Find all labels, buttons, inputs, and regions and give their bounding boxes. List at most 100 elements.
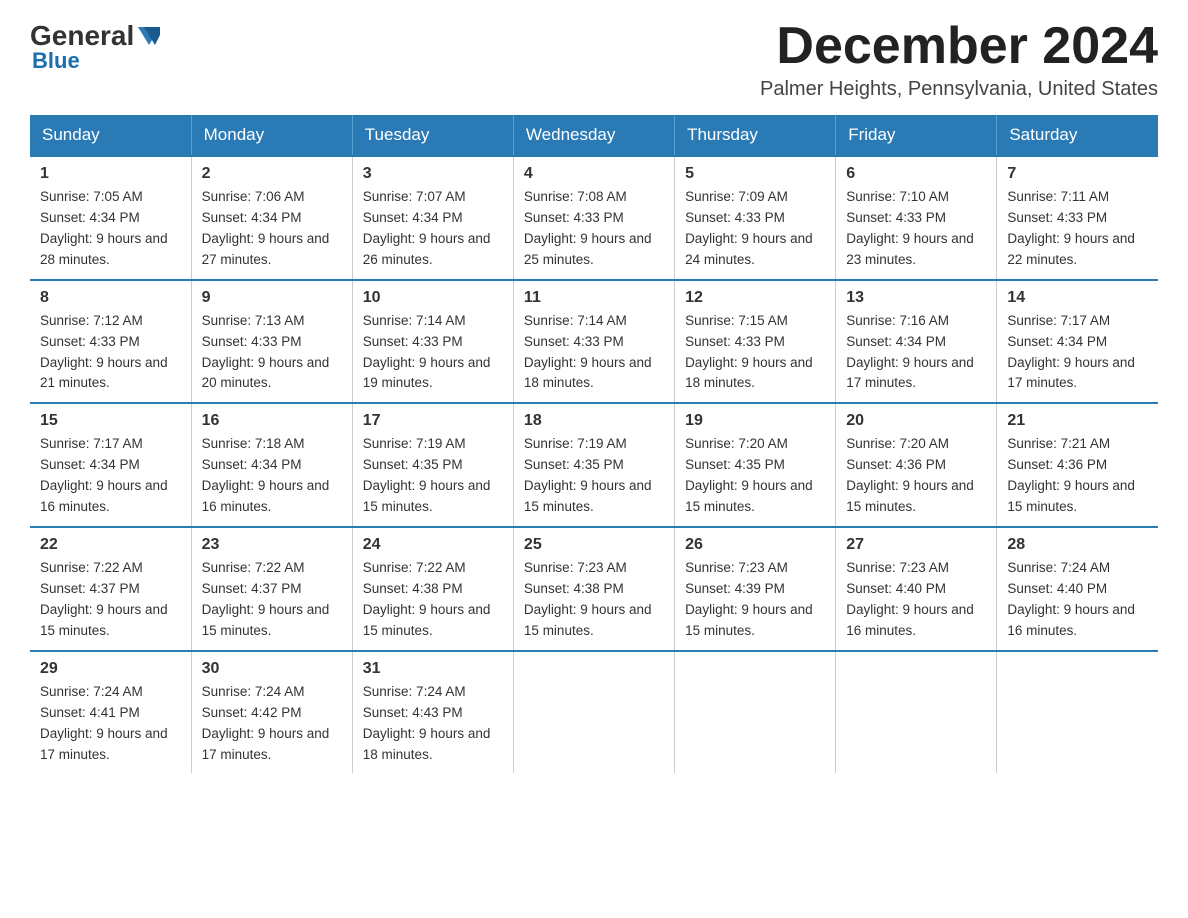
- day-number: 15: [40, 412, 181, 430]
- day-number: 14: [1007, 289, 1148, 307]
- calendar-week-row: 8 Sunrise: 7:12 AMSunset: 4:33 PMDayligh…: [30, 280, 1158, 404]
- day-of-week-header: Wednesday: [513, 115, 674, 156]
- day-number: 27: [846, 536, 986, 554]
- day-number: 19: [685, 412, 825, 430]
- day-info: Sunrise: 7:24 AMSunset: 4:41 PMDaylight:…: [40, 684, 168, 762]
- day-of-week-header: Thursday: [675, 115, 836, 156]
- day-number: 9: [202, 289, 342, 307]
- day-of-week-header: Sunday: [30, 115, 191, 156]
- day-number: 13: [846, 289, 986, 307]
- day-info: Sunrise: 7:19 AMSunset: 4:35 PMDaylight:…: [524, 436, 652, 514]
- day-info: Sunrise: 7:10 AMSunset: 4:33 PMDaylight:…: [846, 189, 974, 267]
- day-number: 26: [685, 536, 825, 554]
- calendar-header-row: SundayMondayTuesdayWednesdayThursdayFrid…: [30, 115, 1158, 156]
- day-info: Sunrise: 7:23 AMSunset: 4:38 PMDaylight:…: [524, 560, 652, 638]
- calendar-cell: 31 Sunrise: 7:24 AMSunset: 4:43 PMDaylig…: [352, 651, 513, 774]
- day-number: 11: [524, 289, 664, 307]
- day-number: 1: [40, 165, 181, 183]
- calendar-table: SundayMondayTuesdayWednesdayThursdayFrid…: [30, 115, 1158, 773]
- day-number: 17: [363, 412, 503, 430]
- day-info: Sunrise: 7:15 AMSunset: 4:33 PMDaylight:…: [685, 313, 813, 391]
- day-info: Sunrise: 7:24 AMSunset: 4:40 PMDaylight:…: [1007, 560, 1135, 638]
- day-number: 7: [1007, 165, 1148, 183]
- day-info: Sunrise: 7:07 AMSunset: 4:34 PMDaylight:…: [363, 189, 491, 267]
- day-of-week-header: Saturday: [997, 115, 1158, 156]
- day-number: 5: [685, 165, 825, 183]
- day-number: 23: [202, 536, 342, 554]
- day-info: Sunrise: 7:13 AMSunset: 4:33 PMDaylight:…: [202, 313, 330, 391]
- calendar-week-row: 1 Sunrise: 7:05 AMSunset: 4:34 PMDayligh…: [30, 156, 1158, 280]
- calendar-cell: 25 Sunrise: 7:23 AMSunset: 4:38 PMDaylig…: [513, 527, 674, 651]
- day-info: Sunrise: 7:21 AMSunset: 4:36 PMDaylight:…: [1007, 436, 1135, 514]
- calendar-cell: 5 Sunrise: 7:09 AMSunset: 4:33 PMDayligh…: [675, 156, 836, 280]
- calendar-cell: 26 Sunrise: 7:23 AMSunset: 4:39 PMDaylig…: [675, 527, 836, 651]
- day-number: 28: [1007, 536, 1148, 554]
- calendar-cell: 30 Sunrise: 7:24 AMSunset: 4:42 PMDaylig…: [191, 651, 352, 774]
- day-number: 21: [1007, 412, 1148, 430]
- day-number: 3: [363, 165, 503, 183]
- day-number: 20: [846, 412, 986, 430]
- day-info: Sunrise: 7:18 AMSunset: 4:34 PMDaylight:…: [202, 436, 330, 514]
- day-info: Sunrise: 7:12 AMSunset: 4:33 PMDaylight:…: [40, 313, 168, 391]
- day-number: 16: [202, 412, 342, 430]
- calendar-week-row: 15 Sunrise: 7:17 AMSunset: 4:34 PMDaylig…: [30, 403, 1158, 527]
- day-of-week-header: Monday: [191, 115, 352, 156]
- day-info: Sunrise: 7:08 AMSunset: 4:33 PMDaylight:…: [524, 189, 652, 267]
- day-info: Sunrise: 7:16 AMSunset: 4:34 PMDaylight:…: [846, 313, 974, 391]
- calendar-cell: 28 Sunrise: 7:24 AMSunset: 4:40 PMDaylig…: [997, 527, 1158, 651]
- calendar-cell: [836, 651, 997, 774]
- calendar-cell: 21 Sunrise: 7:21 AMSunset: 4:36 PMDaylig…: [997, 403, 1158, 527]
- calendar-cell: 1 Sunrise: 7:05 AMSunset: 4:34 PMDayligh…: [30, 156, 191, 280]
- calendar-cell: 9 Sunrise: 7:13 AMSunset: 4:33 PMDayligh…: [191, 280, 352, 404]
- day-info: Sunrise: 7:23 AMSunset: 4:39 PMDaylight:…: [685, 560, 813, 638]
- day-number: 31: [363, 660, 503, 678]
- day-info: Sunrise: 7:17 AMSunset: 4:34 PMDaylight:…: [40, 436, 168, 514]
- day-number: 25: [524, 536, 664, 554]
- calendar-cell: 2 Sunrise: 7:06 AMSunset: 4:34 PMDayligh…: [191, 156, 352, 280]
- calendar-cell: [997, 651, 1158, 774]
- day-info: Sunrise: 7:20 AMSunset: 4:36 PMDaylight:…: [846, 436, 974, 514]
- day-info: Sunrise: 7:06 AMSunset: 4:34 PMDaylight:…: [202, 189, 330, 267]
- calendar-cell: 6 Sunrise: 7:10 AMSunset: 4:33 PMDayligh…: [836, 156, 997, 280]
- calendar-cell: 3 Sunrise: 7:07 AMSunset: 4:34 PMDayligh…: [352, 156, 513, 280]
- day-info: Sunrise: 7:09 AMSunset: 4:33 PMDaylight:…: [685, 189, 813, 267]
- logo-triangle-icon: [138, 27, 160, 47]
- calendar-cell: 4 Sunrise: 7:08 AMSunset: 4:33 PMDayligh…: [513, 156, 674, 280]
- day-number: 29: [40, 660, 181, 678]
- day-number: 18: [524, 412, 664, 430]
- calendar-cell: 15 Sunrise: 7:17 AMSunset: 4:34 PMDaylig…: [30, 403, 191, 527]
- calendar-cell: 23 Sunrise: 7:22 AMSunset: 4:37 PMDaylig…: [191, 527, 352, 651]
- day-number: 22: [40, 536, 181, 554]
- day-info: Sunrise: 7:05 AMSunset: 4:34 PMDaylight:…: [40, 189, 168, 267]
- day-info: Sunrise: 7:24 AMSunset: 4:42 PMDaylight:…: [202, 684, 330, 762]
- month-title: December 2024: [760, 20, 1158, 72]
- day-number: 12: [685, 289, 825, 307]
- page-header: General Blue December 2024 Palmer Height…: [30, 20, 1158, 101]
- day-of-week-header: Tuesday: [352, 115, 513, 156]
- calendar-cell: [513, 651, 674, 774]
- day-info: Sunrise: 7:22 AMSunset: 4:37 PMDaylight:…: [202, 560, 330, 638]
- day-number: 2: [202, 165, 342, 183]
- calendar-week-row: 29 Sunrise: 7:24 AMSunset: 4:41 PMDaylig…: [30, 651, 1158, 774]
- day-info: Sunrise: 7:11 AMSunset: 4:33 PMDaylight:…: [1007, 189, 1135, 267]
- calendar-cell: 18 Sunrise: 7:19 AMSunset: 4:35 PMDaylig…: [513, 403, 674, 527]
- calendar-cell: 24 Sunrise: 7:22 AMSunset: 4:38 PMDaylig…: [352, 527, 513, 651]
- day-info: Sunrise: 7:17 AMSunset: 4:34 PMDaylight:…: [1007, 313, 1135, 391]
- day-info: Sunrise: 7:14 AMSunset: 4:33 PMDaylight:…: [524, 313, 652, 391]
- day-info: Sunrise: 7:23 AMSunset: 4:40 PMDaylight:…: [846, 560, 974, 638]
- day-info: Sunrise: 7:19 AMSunset: 4:35 PMDaylight:…: [363, 436, 491, 514]
- calendar-cell: 22 Sunrise: 7:22 AMSunset: 4:37 PMDaylig…: [30, 527, 191, 651]
- day-number: 24: [363, 536, 503, 554]
- day-info: Sunrise: 7:22 AMSunset: 4:37 PMDaylight:…: [40, 560, 168, 638]
- calendar-cell: 7 Sunrise: 7:11 AMSunset: 4:33 PMDayligh…: [997, 156, 1158, 280]
- day-info: Sunrise: 7:14 AMSunset: 4:33 PMDaylight:…: [363, 313, 491, 391]
- calendar-cell: 29 Sunrise: 7:24 AMSunset: 4:41 PMDaylig…: [30, 651, 191, 774]
- calendar-cell: [675, 651, 836, 774]
- logo-blue-text: Blue: [32, 48, 160, 74]
- calendar-cell: 10 Sunrise: 7:14 AMSunset: 4:33 PMDaylig…: [352, 280, 513, 404]
- day-number: 30: [202, 660, 342, 678]
- calendar-cell: 17 Sunrise: 7:19 AMSunset: 4:35 PMDaylig…: [352, 403, 513, 527]
- calendar-cell: 27 Sunrise: 7:23 AMSunset: 4:40 PMDaylig…: [836, 527, 997, 651]
- day-number: 4: [524, 165, 664, 183]
- logo: General Blue: [30, 20, 160, 74]
